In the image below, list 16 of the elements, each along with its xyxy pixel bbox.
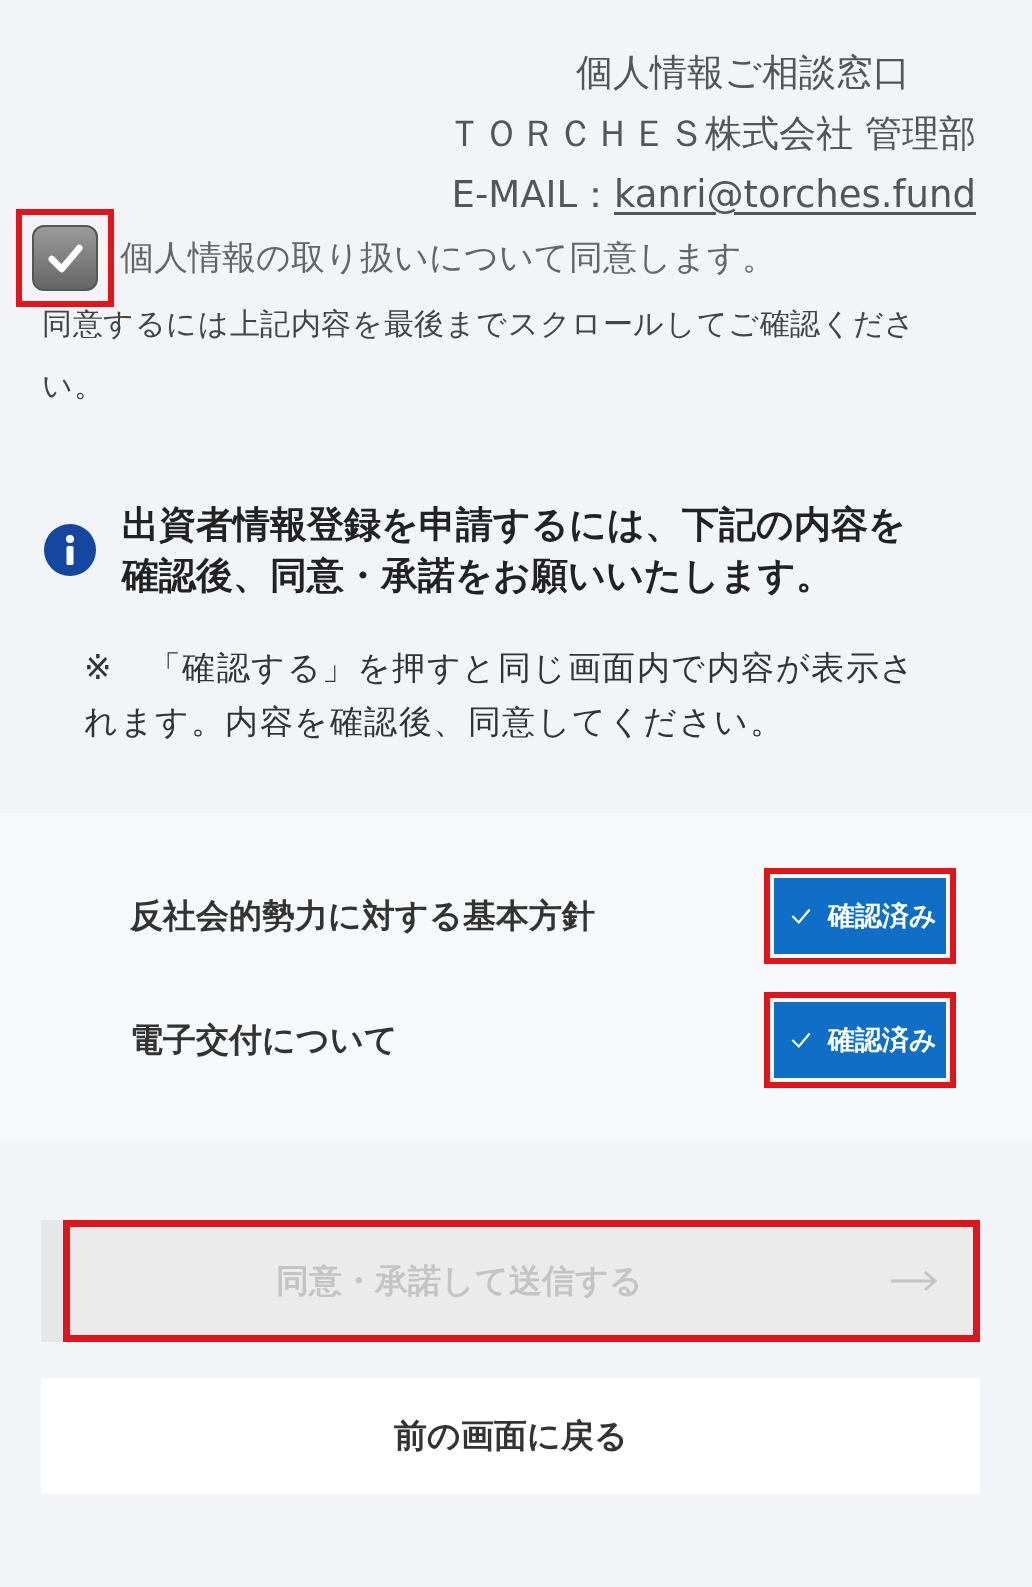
email-label: E-MAIL：	[451, 172, 615, 218]
info-icon	[44, 524, 96, 576]
back-button[interactable]: 前の画面に戻る	[41, 1378, 980, 1494]
notice-note: ※ 「確認する」を押すと同じ画面内で内容が表示されます。内容を確認後、同意してください。	[84, 647, 917, 743]
confirmed-button[interactable]: 確認済み	[774, 878, 946, 954]
document-title: 電子交付について	[130, 1018, 398, 1061]
confirmed-button[interactable]: 確認済み	[774, 1002, 946, 1078]
notice-heading: 出資者情報登録を申請するには、下記の内容を確認後、同意・承諾をお願いいたします。	[122, 502, 907, 599]
agree-checkbox[interactable]	[32, 225, 98, 291]
email-link[interactable]: kanri@torches.fund	[614, 164, 976, 225]
arrow-right-icon	[889, 1269, 939, 1293]
document-title: 反社会的勢力に対する基本方針	[130, 894, 595, 937]
contact-line: 個人情報ご相談窓口	[576, 50, 910, 96]
scroll-note: 同意するには上記内容を最後までスクロールしてご確認ください。	[42, 305, 917, 405]
contact-line: ＴＯＲＣＨＥＳ株式会社 管理部	[446, 111, 976, 157]
agree-label: 個人情報の取り扱いについて同意します。	[120, 236, 776, 279]
